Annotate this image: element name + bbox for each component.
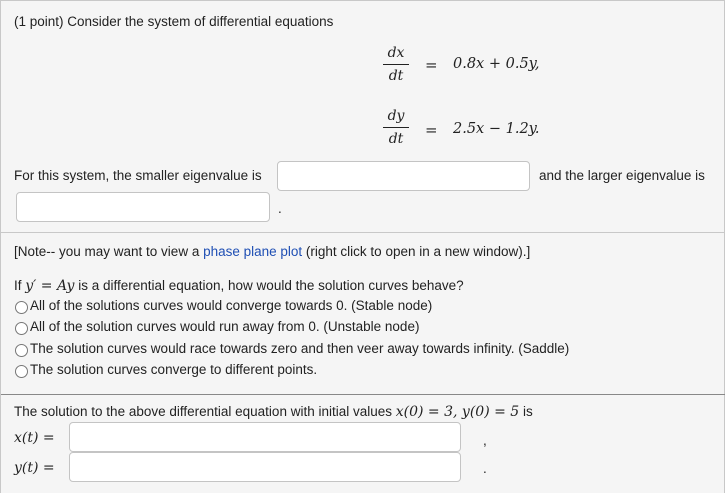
question-panel: [Note-- you may want to view a phase pla… [0, 233, 725, 493]
radio-different-points[interactable] [15, 365, 28, 378]
note-prefix: [Note-- you may want to view a [14, 244, 204, 259]
fraction-bar [383, 64, 409, 65]
x-of-t-label: x(t) = [14, 430, 55, 446]
eigen-mid-text: and the larger eigenvalue is [539, 168, 705, 183]
option-unstable-node[interactable]: All of the solution curves would run awa… [30, 319, 419, 334]
dydt-fraction: dy dt [383, 108, 409, 147]
x-of-t-input[interactable] [69, 422, 461, 452]
solution-prompt-prefix: The solution to the above differential e… [14, 404, 396, 419]
solution-prompt-suffix: is [519, 404, 533, 419]
y-of-t-label: y(t) = [14, 460, 55, 476]
yprime-equation: y′ = Ay [25, 278, 75, 294]
question-if: If [14, 278, 26, 293]
x-end-comma: , [483, 433, 487, 448]
option-saddle[interactable]: The solution curves would race towards z… [30, 341, 569, 356]
question-text: If y′ = Ay is a differential equation, h… [14, 278, 464, 294]
dx-numerator: dx [387, 45, 405, 61]
y-end-period: . [483, 461, 487, 476]
fraction-bar [383, 127, 409, 128]
y-of-t-input[interactable] [69, 452, 461, 482]
radio-saddle[interactable] [15, 344, 28, 357]
equals-sign: = [425, 56, 438, 74]
initial-values: x(0) = 3, y(0) = 5 [395, 404, 520, 420]
section-divider [1, 394, 725, 395]
problem-panel: (1 point) Consider the system of differe… [0, 0, 725, 233]
equals-sign: = [425, 121, 438, 139]
equation-1-rhs: 0.8x + 0.5y, [453, 56, 540, 72]
radio-unstable-node[interactable] [15, 322, 28, 335]
note-suffix: (right click to open in a new window).] [302, 244, 531, 259]
eigen-end-period: . [278, 201, 282, 216]
option-different-points[interactable]: The solution curves converge to differen… [30, 362, 317, 377]
phase-plane-plot-link[interactable]: phase plane plot [203, 244, 302, 259]
eigen-prompt: For this system, the smaller eigenvalue … [14, 168, 262, 183]
note-text: [Note-- you may want to view a phase pla… [14, 244, 530, 259]
question-rest: is a differential equation, how would th… [74, 278, 464, 293]
smaller-eigenvalue-input[interactable] [277, 161, 530, 191]
larger-eigenvalue-input[interactable] [16, 192, 270, 222]
equation-2-rhs: 2.5x − 1.2y. [453, 121, 540, 137]
dxdt-fraction: dx dt [383, 45, 409, 84]
dy-numerator: dy [387, 108, 405, 124]
problem-header: (1 point) Consider the system of differe… [14, 14, 334, 29]
solution-prompt: The solution to the above differential e… [14, 404, 533, 420]
dt-denominator: dt [388, 131, 404, 147]
dt-denominator: dt [388, 68, 404, 84]
option-stable-node[interactable]: All of the solutions curves would conver… [30, 298, 432, 313]
radio-stable-node[interactable] [15, 301, 28, 314]
